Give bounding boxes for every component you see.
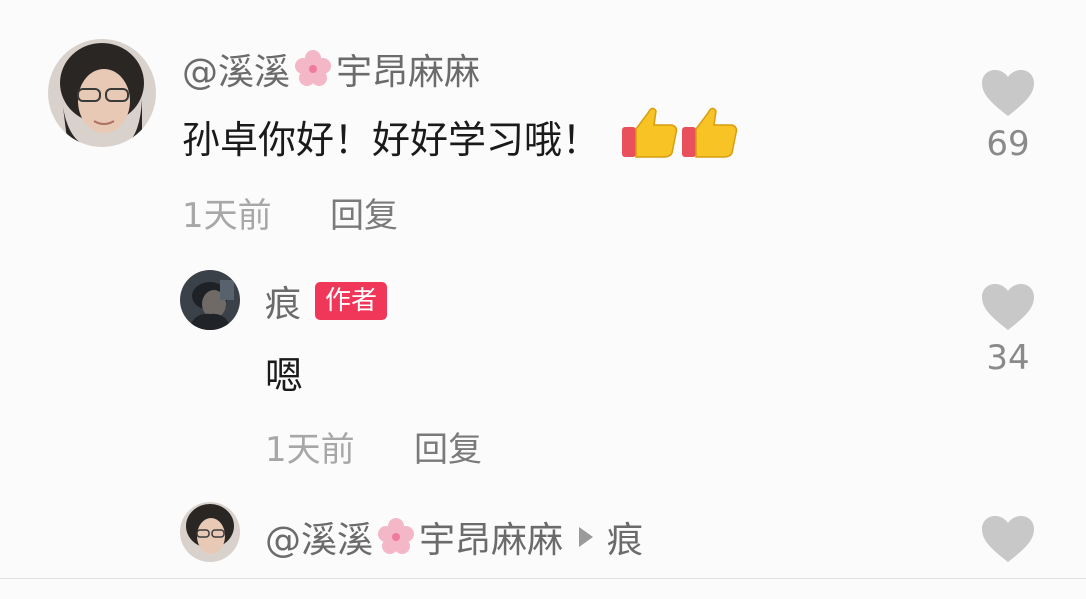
divider [0, 578, 1086, 579]
reply-target[interactable]: 痕 [607, 511, 643, 563]
like-button[interactable]: 69 [978, 68, 1038, 164]
reply-arrow-icon [579, 527, 594, 547]
reply-username-row: 痕 作者 [265, 275, 388, 327]
thumbs-up-icon [620, 103, 742, 170]
cherry-blossom-icon [292, 48, 334, 90]
username-prefix[interactable]: @溪溪 [265, 511, 373, 563]
avatar[interactable] [180, 270, 240, 330]
like-count: 34 [986, 338, 1030, 378]
username-prefix: @溪溪 [182, 52, 291, 93]
avatar[interactable] [180, 502, 240, 562]
comment-text: 孙卓你好！好好学习哦！ [182, 117, 601, 162]
like-count: 69 [986, 124, 1030, 164]
avatar-photo-icon [180, 502, 240, 562]
reply-username-row: @溪溪 宇昂麻麻 痕 [265, 511, 643, 563]
reply-button[interactable]: 回复 [414, 422, 482, 471]
cherry-blossom-icon [375, 516, 417, 558]
comment-text-row: 孙卓你好！好好学习哦！ [182, 107, 742, 162]
like-button[interactable] [978, 514, 1038, 564]
username-suffix: 宇昂麻麻 [419, 520, 564, 561]
avatar-photo-icon [48, 39, 156, 147]
comment-username[interactable]: @溪溪 宇昂麻麻 [182, 46, 481, 93]
avatar-photo-icon [180, 270, 240, 330]
like-button[interactable]: 34 [978, 282, 1038, 378]
username-suffix: 宇昂麻麻 [336, 52, 481, 93]
comment-time: 1天前 [182, 196, 272, 236]
reply-button[interactable]: 回复 [330, 188, 398, 237]
reply-time: 1天前 [265, 430, 355, 470]
heart-icon [982, 516, 1034, 562]
author-badge: 作者 [315, 282, 388, 320]
reply-username[interactable]: 痕 [265, 275, 301, 327]
heart-icon [982, 70, 1034, 116]
avatar[interactable] [48, 39, 156, 147]
reply-text: 嗯 [265, 353, 304, 398]
heart-icon [982, 284, 1034, 330]
